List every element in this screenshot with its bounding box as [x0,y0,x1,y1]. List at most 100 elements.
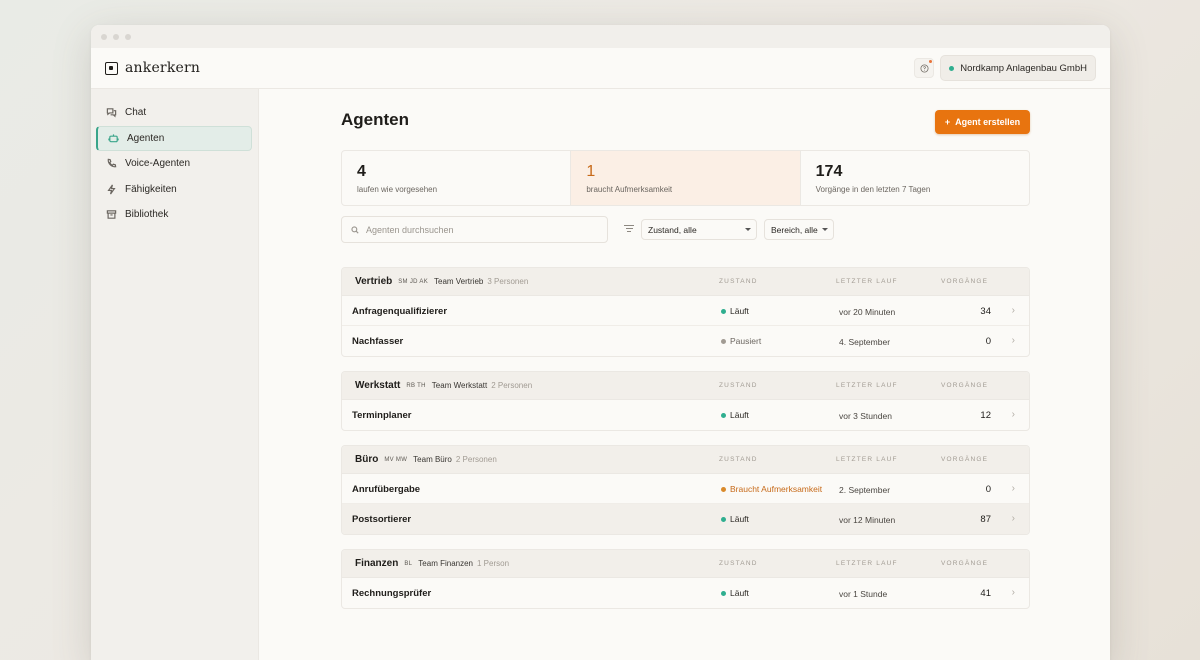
chevron-down-icon [822,228,828,231]
agent-state-label: Läuft [730,588,749,598]
stat-value: 174 [815,163,843,180]
filter-icon[interactable] [624,225,634,233]
agent-row[interactable]: Rechnungsprüfer Läuft vor 1 Stunde 41 › [342,578,1029,608]
group-member-initials: RB TH [406,382,426,389]
chevron-right-icon[interactable]: › [1012,483,1015,494]
group-member-initials: MV MW [384,456,408,463]
app-header: ankerkern Nordkamp Anlagenbau GmbH [91,48,1110,89]
chevron-right-icon[interactable]: › [1012,513,1015,524]
agent-name: Postsortierer [352,514,412,525]
agent-last-run: vor 12 Minuten [839,515,896,525]
state-filter-select[interactable]: Zustand, alle [641,219,757,240]
org-name: Nordkamp Anlagenbau GmbH [960,62,1087,74]
agent-last-run: vor 3 Stunden [839,411,892,421]
chevron-down-icon [745,228,751,231]
sidebar: Chat Agenten Voice-Agenten Fähigkeiten B… [91,89,259,660]
agent-operations-count: 34 [980,306,991,317]
area-filter-value: Bereich, alle [771,224,818,235]
org-status-dot [949,65,955,71]
sidebar-item-label: Voice-Agenten [125,158,191,170]
group-header: Werkstatt RB TH Team Werkstatt 2 Personen ZU… [342,372,1029,400]
group-team: Team Finanzen [418,559,473,568]
agent-operations-count: 0 [985,336,991,347]
agent-state-label: Läuft [730,410,749,420]
column-header-state: ZUSTAND [719,456,758,463]
agent-state: Läuft [721,588,749,598]
group-member-count: 2 Personen [491,381,533,390]
group-header: Finanzen BL Team Finanzen 1 Person ZUSTAND LE… [342,550,1029,578]
search-icon [351,225,359,234]
agent-row[interactable]: Postsortierer Läuft vor 12 Minuten 87 › [342,504,1029,534]
group-header: Büro MV MW Team Büro 2 Personen ZUSTAND LETZT… [342,446,1029,474]
app-logo[interactable]: ankerkern [105,60,200,76]
stat-running[interactable]: 4 laufen wie vorgesehen [342,151,572,205]
agent-last-run: 2. September [839,485,891,495]
agent-group: Finanzen BL Team Finanzen 1 Person ZUSTAND LE… [341,549,1030,609]
stat-attention[interactable]: 1 braucht Aufmerksamkeit [571,151,801,205]
stats-panel: 4 laufen wie vorgesehen 1 braucht Aufmer… [341,150,1030,206]
sidebar-item-agenten[interactable]: Agenten [96,125,252,151]
agent-row[interactable]: Anfragenqualifizierer Läuft vor 20 Minuten… [342,296,1029,326]
group-member-initials: SM JD AK [398,278,428,285]
app-window: ankerkern Nordkamp Anlagenbau GmbH Chat [91,25,1110,660]
phone-icon [107,158,117,168]
status-dot [721,412,726,418]
sidebar-item-label: Bibliothek [125,209,169,221]
stat-operations[interactable]: 174 Vorgänge in den letzten 7 Tagen [801,151,1029,205]
agent-name: Rechnungsprüfer [352,588,432,599]
chevron-right-icon[interactable]: › [1012,587,1015,598]
help-button[interactable] [914,58,935,78]
window-close-dot[interactable] [101,33,107,40]
stat-label: Vorgänge in den letzten 7 Tagen [815,185,931,194]
sidebar-item-label: Fähigkeiten [125,183,177,195]
stat-label: laufen wie vorgesehen [357,185,438,194]
group-team: Team Werkstatt [431,381,488,390]
window-maximize-dot[interactable] [125,33,131,40]
window-titlebar [91,25,1110,48]
agent-operations-count: 12 [980,410,991,421]
column-header-count: VORGÄNGE [941,278,989,285]
group-name: Werkstatt [355,380,401,391]
agent-row[interactable]: Nachfasser Pausiert 4. September 0 › [342,326,1029,356]
sidebar-item-label: Agenten [127,132,165,144]
chevron-right-icon[interactable]: › [1012,409,1015,420]
agent-state: Pausiert [721,336,761,346]
group-team: Team Büro [413,455,452,464]
stat-value: 1 [586,163,596,180]
column-header-state: ZUSTAND [719,382,758,389]
agent-row[interactable]: Terminplaner Läuft vor 3 Stunden 12 › [342,400,1029,430]
app-name: ankerkern [125,60,201,76]
status-dot [721,486,726,492]
agent-name: Terminplaner [352,410,412,421]
group-header: Vertrieb SM JD AK Team Vertrieb 3 Personen Z… [342,268,1029,296]
window-minimize-dot[interactable] [113,33,119,40]
agent-state: Läuft [721,306,749,316]
group-team: Team Vertrieb [434,277,484,286]
state-filter-value: Zustand, alle [648,224,697,235]
agent-operations-count: 0 [985,484,991,495]
agent-group: Werkstatt RB TH Team Werkstatt 2 Personen ZU… [341,371,1030,431]
filter-bar: Zustand, alle Bereich, alle [341,216,1030,243]
sidebar-item-chat[interactable]: Chat [96,100,252,125]
chevron-right-icon[interactable]: › [1012,335,1015,346]
chevron-right-icon[interactable]: › [1012,305,1015,316]
search-input[interactable] [366,224,586,235]
column-header-count: VORGÄNGE [941,456,989,463]
column-header-state: ZUSTAND [719,560,758,567]
agent-state-label: Läuft [730,306,749,316]
sidebar-item-faehigkeiten[interactable]: Fähigkeiten [96,177,252,202]
column-header-count: VORGÄNGE [941,382,989,389]
column-header-last-run: LETZTER LAUF [836,382,898,389]
area-filter-select[interactable]: Bereich, alle [764,219,834,240]
agent-row[interactable]: Anrufübergabe Braucht Aufmerksamkeit 2. Se… [342,474,1029,504]
organization-switcher[interactable]: Nordkamp Anlagenbau GmbH [940,55,1096,81]
logo-mark-icon [105,61,118,75]
sidebar-item-voice-agenten[interactable]: Voice-Agenten [96,151,252,176]
stat-value: 4 [357,163,366,180]
sidebar-item-bibliothek[interactable]: Bibliothek [96,202,252,227]
column-header-last-run: LETZTER LAUF [836,278,898,285]
create-agent-button[interactable]: + Agent erstellen [935,110,1030,134]
status-dot [721,590,726,596]
agent-group: Vertrieb SM JD AK Team Vertrieb 3 Personen Z… [341,267,1030,357]
search-box[interactable] [341,216,608,243]
